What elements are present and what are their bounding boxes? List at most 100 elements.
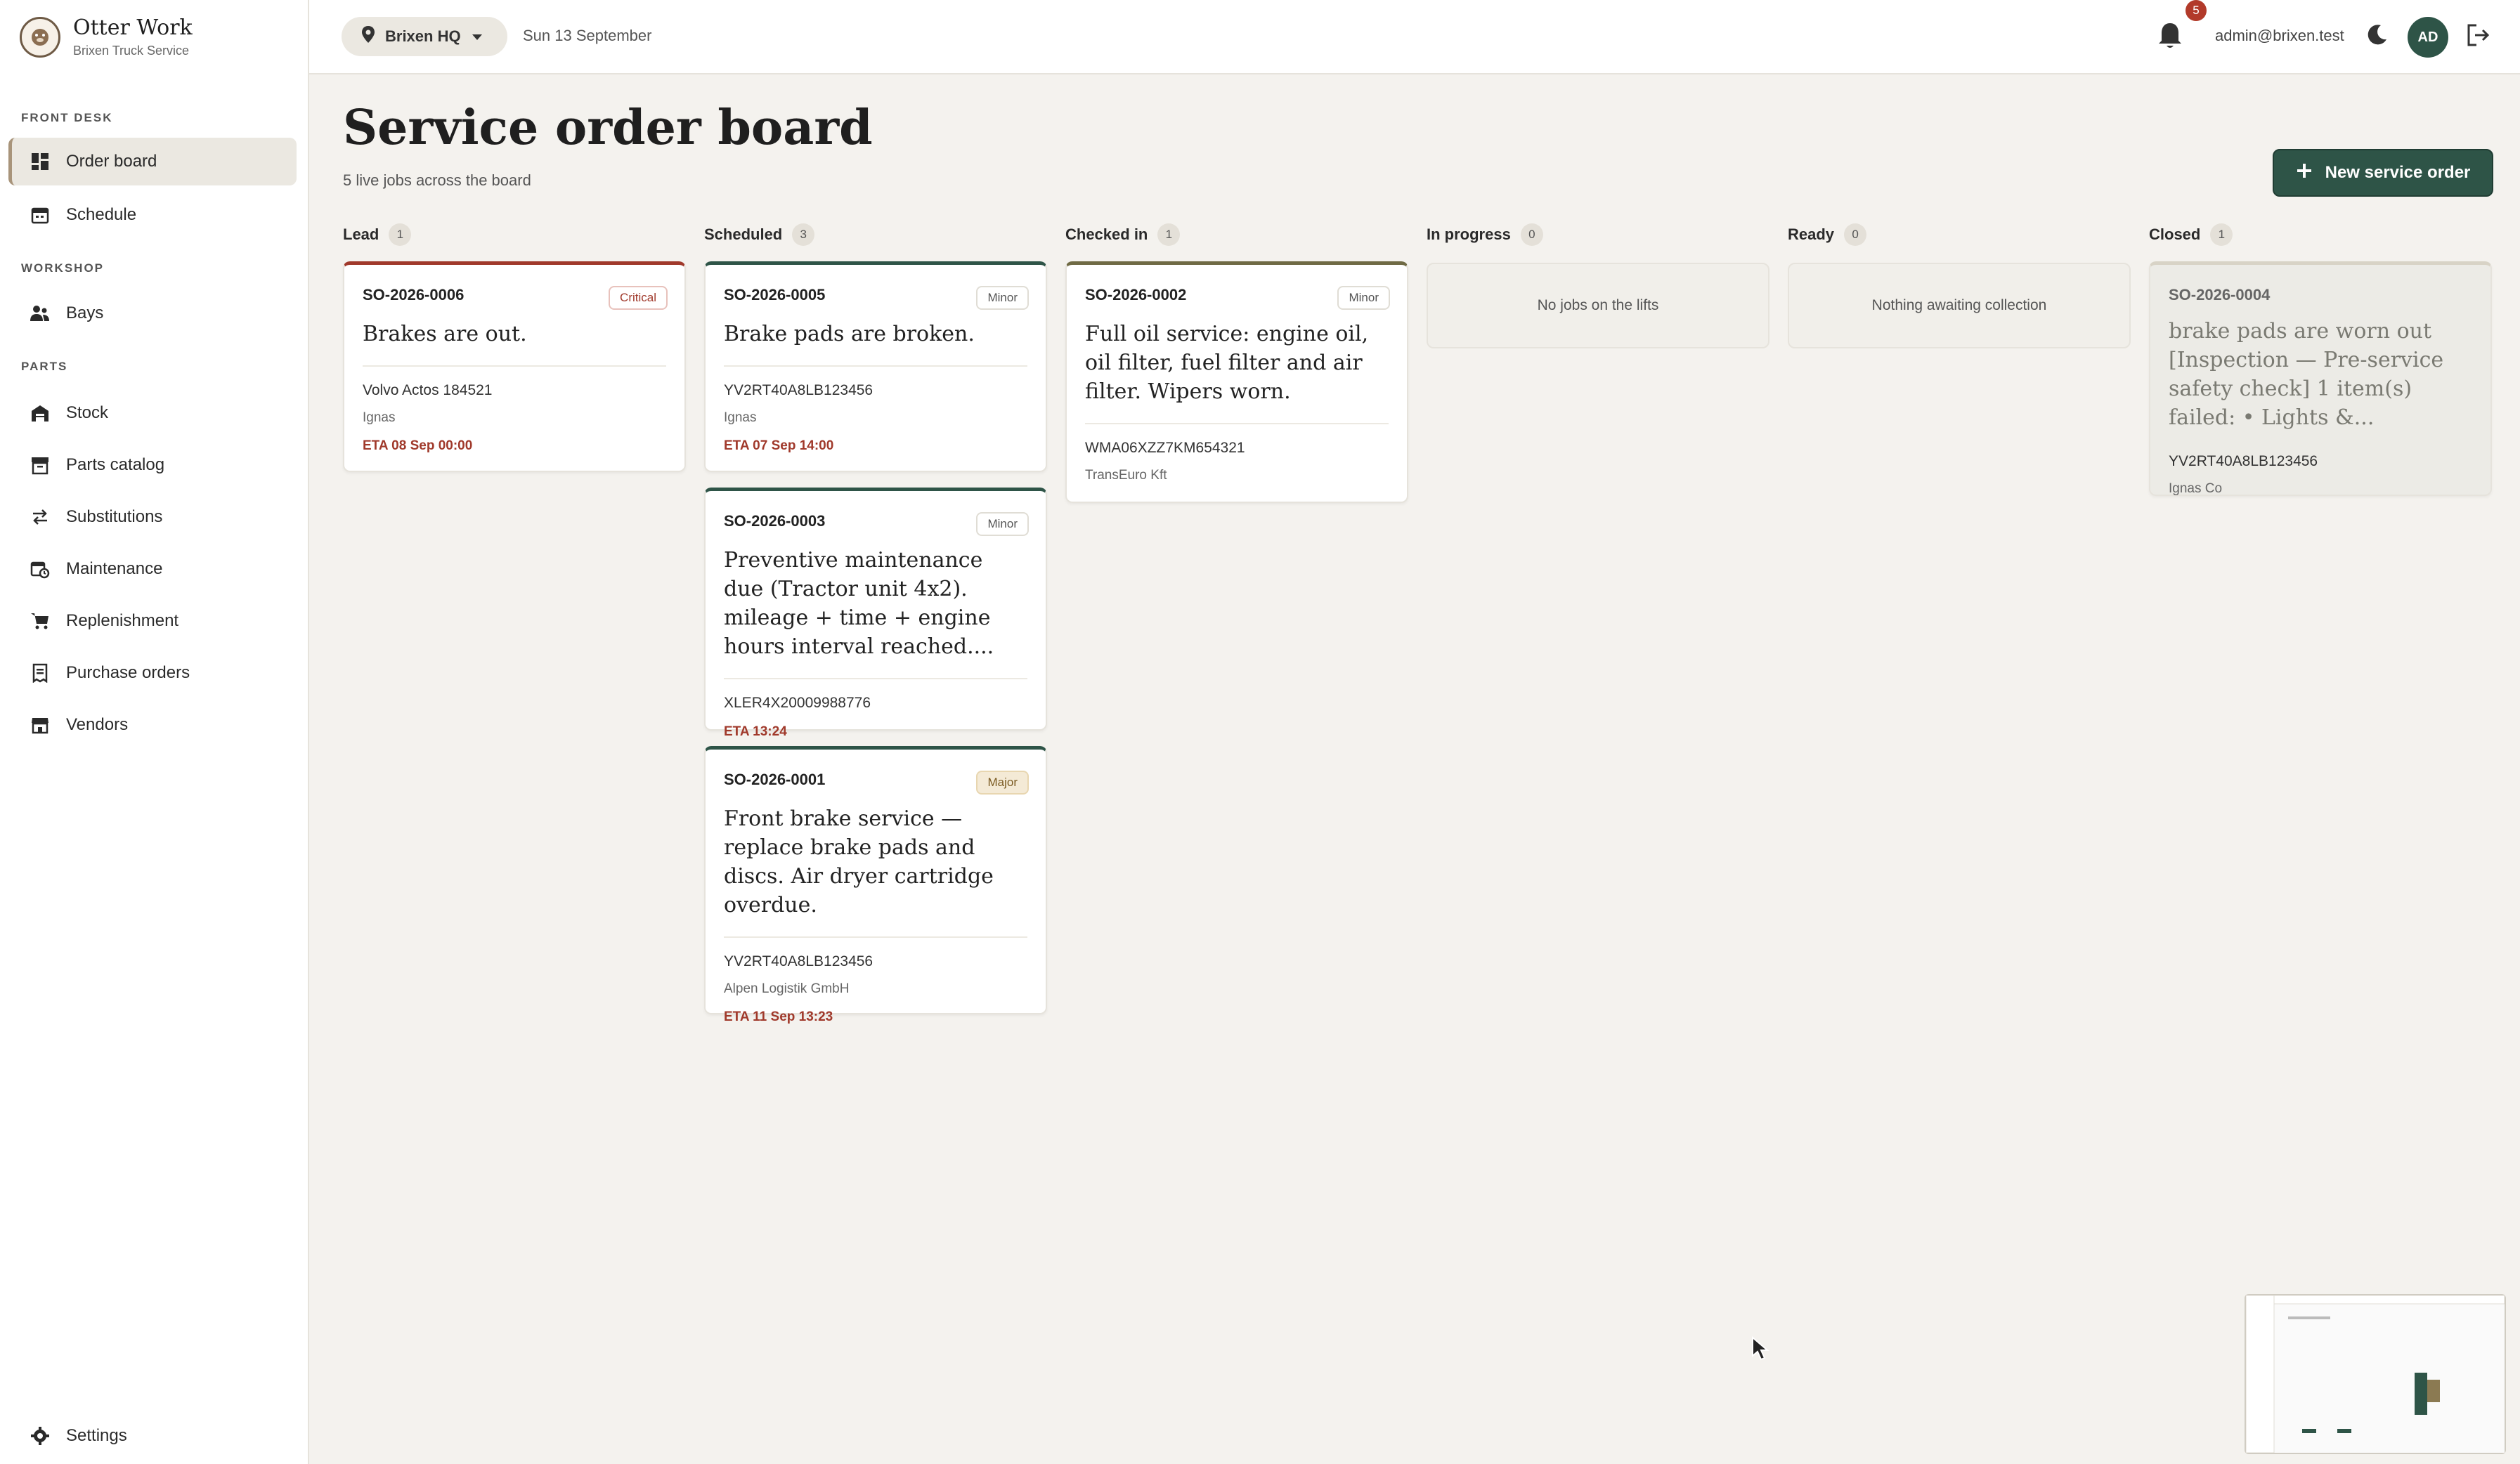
sidebar-item-label: Vendors bbox=[66, 715, 129, 734]
column-title: Lead bbox=[343, 226, 379, 243]
service-order-card[interactable]: SO-2026-0004 brake pads are worn out [In… bbox=[2149, 261, 2492, 496]
column-header-closed: Closed 1 bbox=[2149, 223, 2233, 246]
current-date: Sun 13 September bbox=[523, 27, 652, 44]
archive-icon bbox=[30, 455, 51, 476]
column-count: 0 bbox=[1520, 223, 1543, 246]
brand-subtitle: Brixen Truck Service bbox=[73, 44, 190, 58]
empty-state-ready: Nothing awaiting collection bbox=[1788, 263, 2131, 348]
customer: Ignas Co bbox=[2169, 481, 2223, 496]
service-order-card[interactable]: SO-2026-0006 Critical Brakes are out. Vo… bbox=[343, 261, 686, 472]
dashboard-icon bbox=[30, 151, 51, 172]
notification-count-badge: 5 bbox=[2185, 0, 2207, 21]
empty-state-in-progress: No jobs on the lifts bbox=[1427, 263, 1769, 348]
bell-icon[interactable] bbox=[2157, 21, 2185, 52]
divider bbox=[724, 365, 1027, 367]
severity-badge: Major bbox=[976, 771, 1029, 795]
top-bar: Brixen HQ Sun 13 September 5 admin@brixe… bbox=[309, 0, 2520, 74]
column-count: 0 bbox=[1844, 223, 1867, 246]
customer: Ignas bbox=[363, 410, 396, 425]
service-order-card[interactable]: SO-2026-0002 Minor Full oil service: eng… bbox=[1065, 261, 1408, 503]
nav-section-front-desk: FRONT DESK bbox=[21, 111, 113, 124]
sidebar-item-schedule[interactable]: Schedule bbox=[8, 191, 297, 239]
sidebar-item-label: Order board bbox=[66, 152, 157, 171]
order-title: brake pads are worn out [Inspection — Pr… bbox=[2169, 319, 2444, 430]
column-title: Ready bbox=[1788, 226, 1835, 243]
column-title: In progress bbox=[1427, 226, 1511, 243]
order-title: Full oil service: engine oil, oil filter… bbox=[1085, 322, 1369, 404]
plus-icon bbox=[2296, 162, 2313, 184]
order-title: Brakes are out. bbox=[363, 322, 527, 346]
severity-badge: Minor bbox=[1337, 286, 1390, 310]
calendar-clock-icon bbox=[30, 558, 51, 580]
receipt-icon bbox=[30, 662, 51, 684]
service-order-card[interactable]: SO-2026-0005 Minor Brake pads are broken… bbox=[704, 261, 1047, 472]
sidebar-item-label: Stock bbox=[66, 403, 109, 422]
user-email[interactable]: admin@brixen.test bbox=[2215, 27, 2344, 45]
vehicle: XLER4X20009988776 bbox=[724, 695, 871, 711]
sidebar-item-replenishment[interactable]: Replenishment bbox=[8, 597, 297, 645]
vehicle: WMA06XZZ7KM654321 bbox=[1085, 440, 1245, 456]
swap-icon bbox=[30, 506, 51, 528]
service-order-card[interactable]: SO-2026-0003 Minor Preventive maintenanc… bbox=[704, 488, 1047, 739]
column-header-checked-in: Checked in 1 bbox=[1065, 223, 1181, 246]
brand[interactable]: Otter Work Brixen Truck Service bbox=[20, 15, 193, 58]
sidebar-item-substitutions[interactable]: Substitutions bbox=[8, 493, 297, 541]
order-id: SO-2026-0004 bbox=[2169, 286, 2271, 303]
store-icon bbox=[30, 714, 51, 736]
sidebar-item-vendors[interactable]: Vendors bbox=[8, 701, 297, 749]
chevron-down-icon bbox=[471, 27, 483, 46]
new-service-order-label: New service order bbox=[2325, 163, 2471, 182]
map-pin-icon bbox=[361, 25, 375, 48]
column-title: Closed bbox=[2149, 226, 2201, 243]
sidebar-item-label: Purchase orders bbox=[66, 663, 190, 682]
nav-section-parts: PARTS bbox=[21, 360, 68, 373]
sidebar-item-stock[interactable]: Stock bbox=[8, 389, 297, 437]
vehicle: YV2RT40A8LB123456 bbox=[724, 953, 873, 969]
mouse-cursor-icon bbox=[1751, 1335, 1769, 1365]
customer: Alpen Logistik GmbH bbox=[724, 981, 850, 996]
calendar-icon bbox=[30, 204, 51, 226]
sidebar-item-settings[interactable]: Settings bbox=[8, 1412, 297, 1460]
sidebar-item-label: Substitutions bbox=[66, 507, 163, 526]
sidebar-item-label: Maintenance bbox=[66, 559, 163, 578]
logout-icon[interactable] bbox=[2465, 22, 2492, 49]
eta: ETA 08 Sep 00:00 bbox=[363, 438, 473, 453]
location-selector[interactable]: Brixen HQ bbox=[342, 17, 507, 56]
page-title: Service order board bbox=[343, 100, 873, 156]
sidebar-item-purchase-orders[interactable]: Purchase orders bbox=[8, 649, 297, 697]
sidebar-item-parts-catalog[interactable]: Parts catalog bbox=[8, 441, 297, 489]
otter-logo-icon bbox=[20, 16, 60, 58]
order-title: Brake pads are broken. bbox=[724, 322, 975, 346]
order-title: Preventive maintenance due (Tractor unit… bbox=[724, 548, 994, 659]
sidebar-item-label: Settings bbox=[66, 1426, 127, 1445]
column-count: 1 bbox=[1157, 223, 1181, 246]
column-header-in-progress: In progress 0 bbox=[1427, 223, 1543, 246]
divider bbox=[724, 936, 1027, 938]
customer: TransEuro Kft bbox=[1085, 468, 1167, 483]
vehicle: YV2RT40A8LB123456 bbox=[2169, 453, 2318, 469]
sidebar-item-order-board[interactable]: Order board bbox=[8, 138, 297, 185]
severity-badge: Minor bbox=[976, 286, 1029, 310]
sidebar-item-bays[interactable]: Bays bbox=[8, 289, 297, 337]
page-subtitle: 5 live jobs across the board bbox=[343, 171, 531, 189]
cart-icon bbox=[30, 610, 51, 632]
column-title: Scheduled bbox=[704, 226, 783, 243]
sidebar-item-maintenance[interactable]: Maintenance bbox=[8, 545, 297, 593]
screen-preview-thumbnail[interactable] bbox=[2245, 1294, 2506, 1454]
sidebar-item-label: Parts catalog bbox=[66, 455, 165, 474]
eta: ETA 07 Sep 14:00 bbox=[724, 438, 834, 453]
avatar[interactable]: AD bbox=[2408, 17, 2448, 58]
brand-name: Otter Work bbox=[73, 15, 193, 40]
new-service-order-button[interactable]: New service order bbox=[2273, 149, 2493, 197]
sidebar-item-label: Schedule bbox=[66, 205, 137, 224]
severity-badge: Minor bbox=[976, 512, 1029, 536]
order-title: Front brake service — replace brake pads… bbox=[724, 806, 994, 917]
service-order-card[interactable]: SO-2026-0001 Major Front brake service —… bbox=[704, 746, 1047, 1024]
column-header-lead: Lead 1 bbox=[343, 223, 412, 246]
location-name: Brixen HQ bbox=[385, 27, 461, 45]
column-header-scheduled: Scheduled 3 bbox=[704, 223, 815, 246]
sidebar-item-label: Bays bbox=[66, 303, 104, 322]
warehouse-icon bbox=[30, 403, 51, 424]
vehicle: Volvo Actos 184521 bbox=[363, 382, 493, 398]
moon-icon[interactable] bbox=[2365, 22, 2391, 48]
